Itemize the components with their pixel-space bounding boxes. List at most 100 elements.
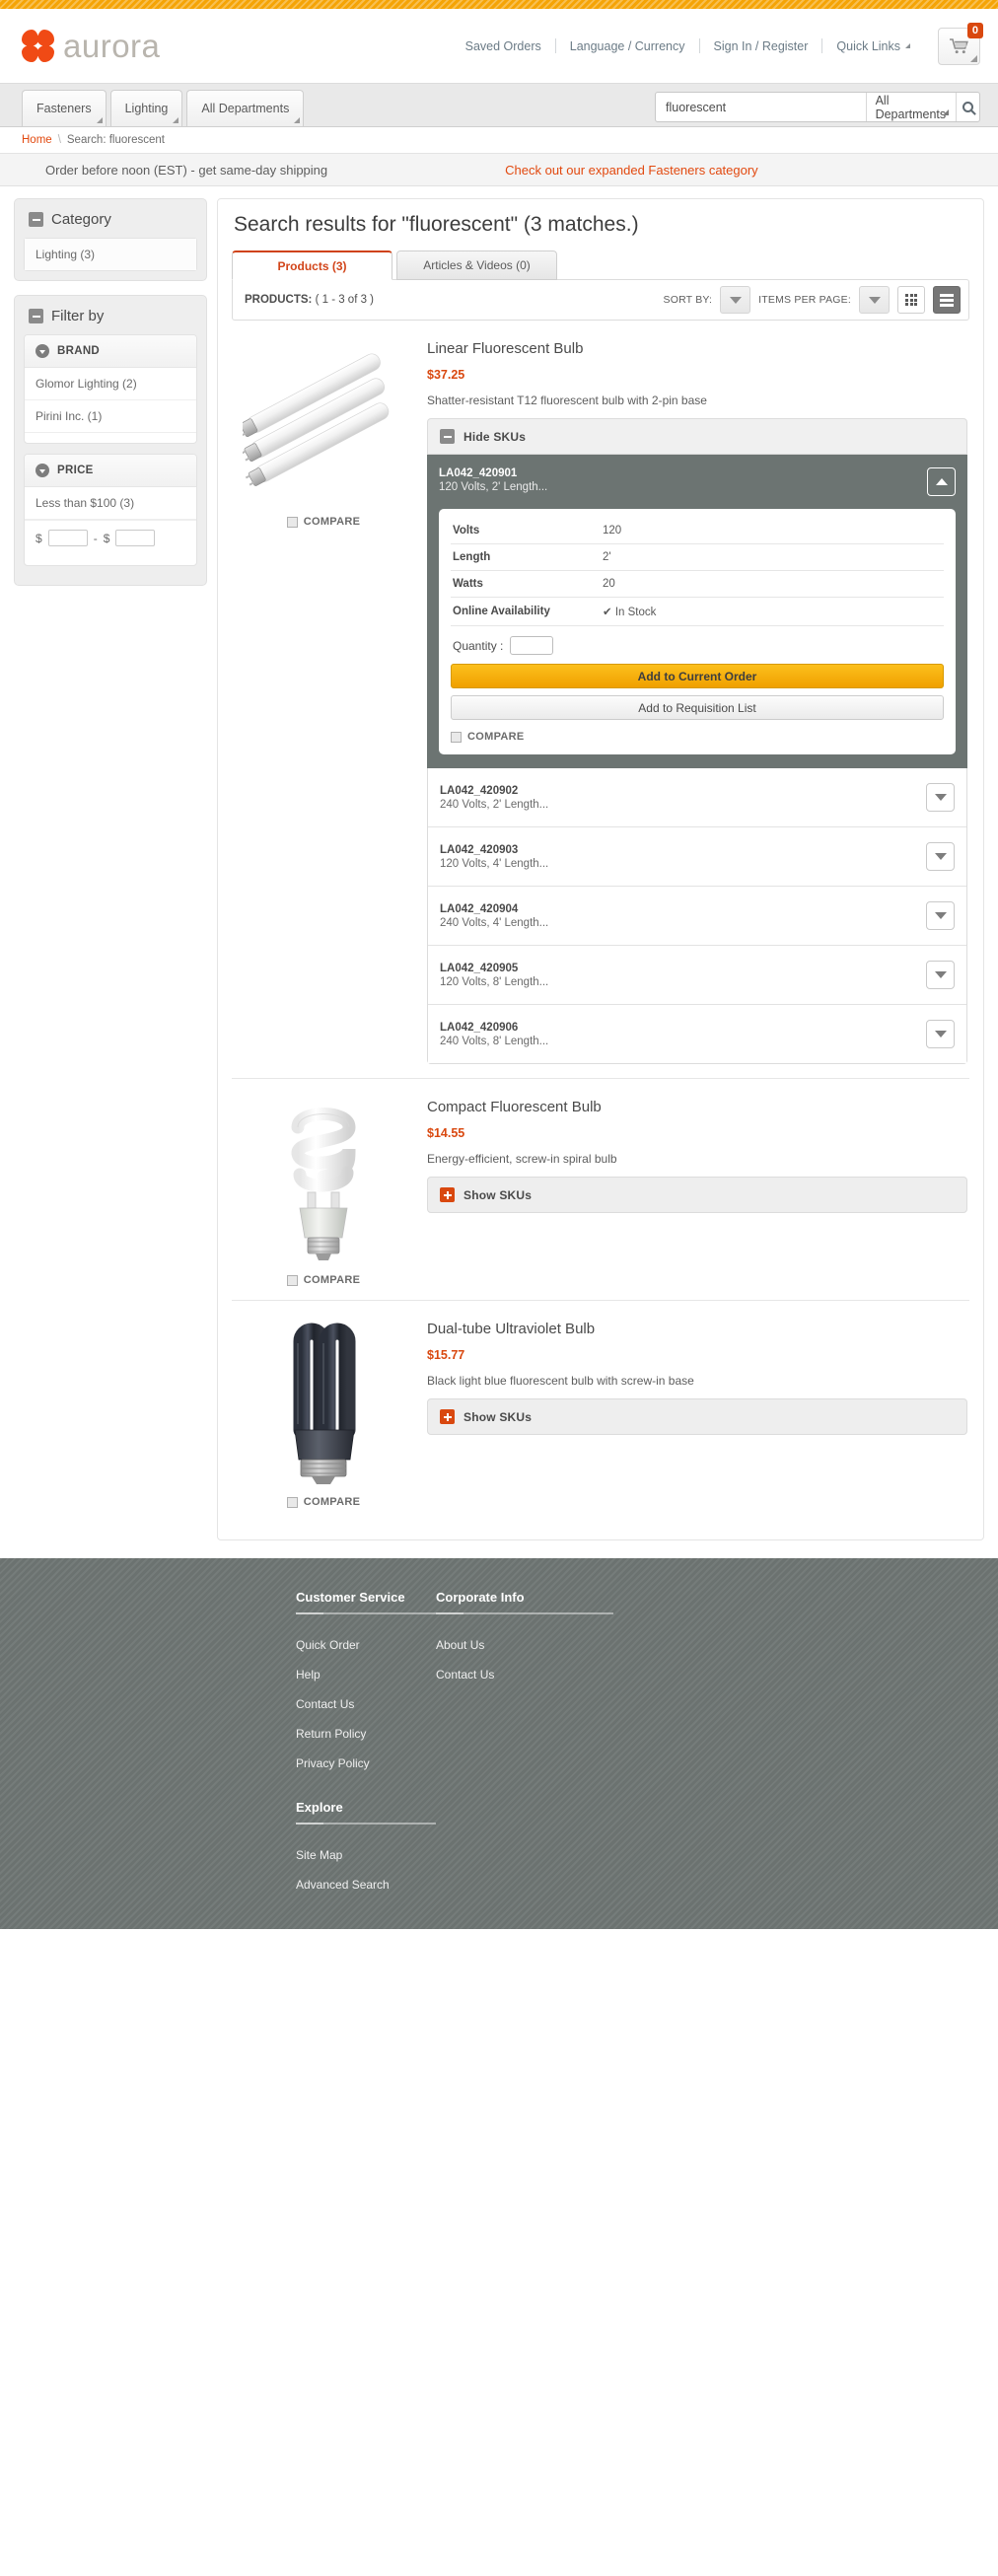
header-link-saved-orders[interactable]: Saved Orders: [452, 39, 555, 53]
items-per-page-select[interactable]: [859, 286, 890, 314]
facet-option-less-than-100[interactable]: Less than $100 (3): [25, 487, 196, 520]
header-link-language-currency[interactable]: Language / Currency: [556, 39, 699, 53]
product-media-column: COMPARE: [234, 1097, 413, 1286]
sku-row[interactable]: LA042_420902 240 Volts, 2' Length...: [428, 768, 966, 827]
page-content: Category Lighting (3) Filter by BRAND Gl…: [0, 186, 998, 1558]
category-panel-header[interactable]: Category: [24, 208, 197, 238]
header-link-quick-links[interactable]: Quick Links: [822, 39, 924, 53]
product-name[interactable]: Linear Fluorescent Bulb: [427, 340, 967, 357]
list-view-button[interactable]: [933, 286, 961, 314]
show-skus-toggle[interactable]: Show SKUs: [427, 1398, 967, 1435]
sku-compare-checkbox-row[interactable]: COMPARE: [451, 731, 944, 743]
footer-link-privacy-policy[interactable]: Privacy Policy: [296, 1749, 436, 1778]
footer-link-contact-us[interactable]: Contact Us: [436, 1660, 613, 1689]
price-min-currency: $: [36, 531, 42, 545]
search-department-select[interactable]: All Departments: [865, 93, 956, 121]
facet-brand-header[interactable]: BRAND: [25, 335, 196, 368]
spec-value: 120: [603, 525, 622, 537]
footer-link-contact-us[interactable]: Contact Us: [296, 1689, 436, 1719]
category-list: Lighting (3): [24, 238, 197, 271]
sku-row[interactable]: LA042_420906 240 Volts, 8' Length...: [428, 1005, 966, 1063]
sku-row[interactable]: LA042_420904 240 Volts, 4' Length...: [428, 887, 966, 946]
breadcrumb-separator: \: [57, 134, 61, 146]
footer-link-site-map[interactable]: Site Map: [296, 1840, 436, 1870]
footer-link-about-us[interactable]: About Us: [436, 1630, 613, 1660]
compare-label: COMPARE: [303, 1496, 361, 1508]
promo-category-link[interactable]: Check out our expanded Fasteners categor…: [505, 163, 758, 178]
category-panel: Category Lighting (3): [14, 198, 207, 281]
show-skus-toggle[interactable]: Show SKUs: [427, 1177, 967, 1213]
department-tabs: Fasteners Lighting All Departments: [22, 90, 305, 126]
compare-checkbox[interactable]: [286, 1274, 298, 1286]
quantity-input[interactable]: [510, 636, 554, 655]
sort-by-select[interactable]: [720, 286, 751, 314]
sku-id: LA042_420905: [440, 962, 519, 974]
results-toolbar: PRODUCTS: ( 1 - 3 of 3 ) SORT BY: ITEMS …: [232, 279, 969, 321]
product-thumbnail-compact-spiral-bulb[interactable]: [240, 1097, 407, 1264]
breadcrumb-home[interactable]: Home: [22, 134, 52, 146]
price-min-input[interactable]: [47, 530, 88, 546]
product-name[interactable]: Dual-tube Ultraviolet Bulb: [427, 1321, 967, 1337]
compare-label: COMPARE: [303, 1274, 361, 1286]
price-max-input[interactable]: [115, 530, 156, 546]
compare-checkbox-row[interactable]: COMPARE: [286, 1496, 361, 1508]
compare-checkbox-row[interactable]: COMPARE: [286, 516, 361, 528]
collapse-sku-button[interactable]: [927, 467, 956, 496]
product-name[interactable]: Compact Fluorescent Bulb: [427, 1099, 967, 1115]
expand-sku-button[interactable]: [926, 901, 955, 930]
corner-expand-icon: [173, 117, 179, 123]
cart-corner-icon: [970, 54, 977, 62]
sku-id: LA042_420902: [440, 784, 519, 797]
site-logo[interactable]: aurora: [22, 28, 160, 65]
facet-option-glomor-lighting[interactable]: Glomor Lighting (2): [25, 368, 196, 400]
add-to-current-order-button[interactable]: Add to Current Order: [451, 664, 944, 688]
expand-sku-button[interactable]: [926, 961, 955, 989]
list-view-icon: [940, 293, 954, 307]
product-price: $37.25: [427, 368, 465, 382]
hide-skus-toggle[interactable]: Hide SKUs: [427, 418, 967, 455]
shopping-cart-icon: [949, 37, 968, 53]
compare-checkbox[interactable]: [286, 516, 298, 528]
expand-sku-button[interactable]: [926, 842, 955, 871]
cart-button[interactable]: 0: [938, 22, 983, 65]
sku-row[interactable]: LA042_420905 120 Volts, 8' Length...: [428, 946, 966, 1005]
sku-row[interactable]: LA042_420903 120 Volts, 4' Length...: [428, 827, 966, 887]
tab-products[interactable]: Products (3): [232, 250, 392, 280]
compare-checkbox[interactable]: [451, 731, 462, 743]
product-media-column: COMPARE: [234, 338, 413, 1064]
grid-view-button[interactable]: [897, 286, 925, 314]
facet-price-header[interactable]: PRICE: [25, 455, 196, 487]
facet-brand-label: BRAND: [57, 345, 101, 357]
sku-list: LA042_420902 240 Volts, 2' Length... LA0…: [427, 768, 967, 1064]
tab-articles-videos[interactable]: Articles & Videos (0): [396, 250, 557, 280]
compare-checkbox[interactable]: [286, 1496, 298, 1508]
sku-id: LA042_420906: [440, 1021, 519, 1034]
product-thumbnail-dual-tube-uv-bulb[interactable]: [240, 1319, 407, 1486]
facet-option-pirini-inc[interactable]: Pirini Inc. (1): [25, 400, 196, 433]
add-to-requisition-list-button[interactable]: Add to Requisition List: [451, 695, 944, 720]
expand-sku-button[interactable]: [926, 783, 955, 812]
footer-link-return-policy[interactable]: Return Policy: [296, 1719, 436, 1749]
footer-link-advanced-search[interactable]: Advanced Search: [296, 1870, 436, 1899]
category-item-lighting[interactable]: Lighting (3): [25, 239, 196, 270]
search-results-main: Search results for "fluorescent" (3 matc…: [217, 198, 984, 1540]
filter-panel-header[interactable]: Filter by: [24, 305, 197, 334]
promo-shipping-message: Order before noon (EST) - get same-day s…: [45, 162, 328, 178]
footer-link-quick-order[interactable]: Quick Order: [296, 1630, 436, 1660]
footer-link-help[interactable]: Help: [296, 1660, 436, 1689]
collapse-minus-icon: [29, 212, 43, 227]
search-submit-button[interactable]: [955, 93, 979, 121]
chevron-down-icon: [905, 43, 910, 48]
product-thumbnail-linear-fluorescent-tubes[interactable]: [240, 338, 407, 506]
show-skus-label: Show SKUs: [463, 1409, 533, 1424]
search-input[interactable]: [656, 93, 866, 121]
search-department-label: All Departments: [875, 93, 947, 121]
nav-tab-lighting[interactable]: Lighting: [109, 90, 183, 126]
nav-tab-all-departments[interactable]: All Departments: [186, 90, 305, 126]
expand-sku-button[interactable]: [926, 1020, 955, 1048]
compare-checkbox-row[interactable]: COMPARE: [286, 1274, 361, 1286]
facet-price-label: PRICE: [57, 465, 94, 476]
grid-view-icon: [905, 294, 917, 306]
header-link-sign-in-register[interactable]: Sign In / Register: [700, 39, 822, 53]
nav-tab-fasteners[interactable]: Fasteners: [22, 90, 107, 126]
